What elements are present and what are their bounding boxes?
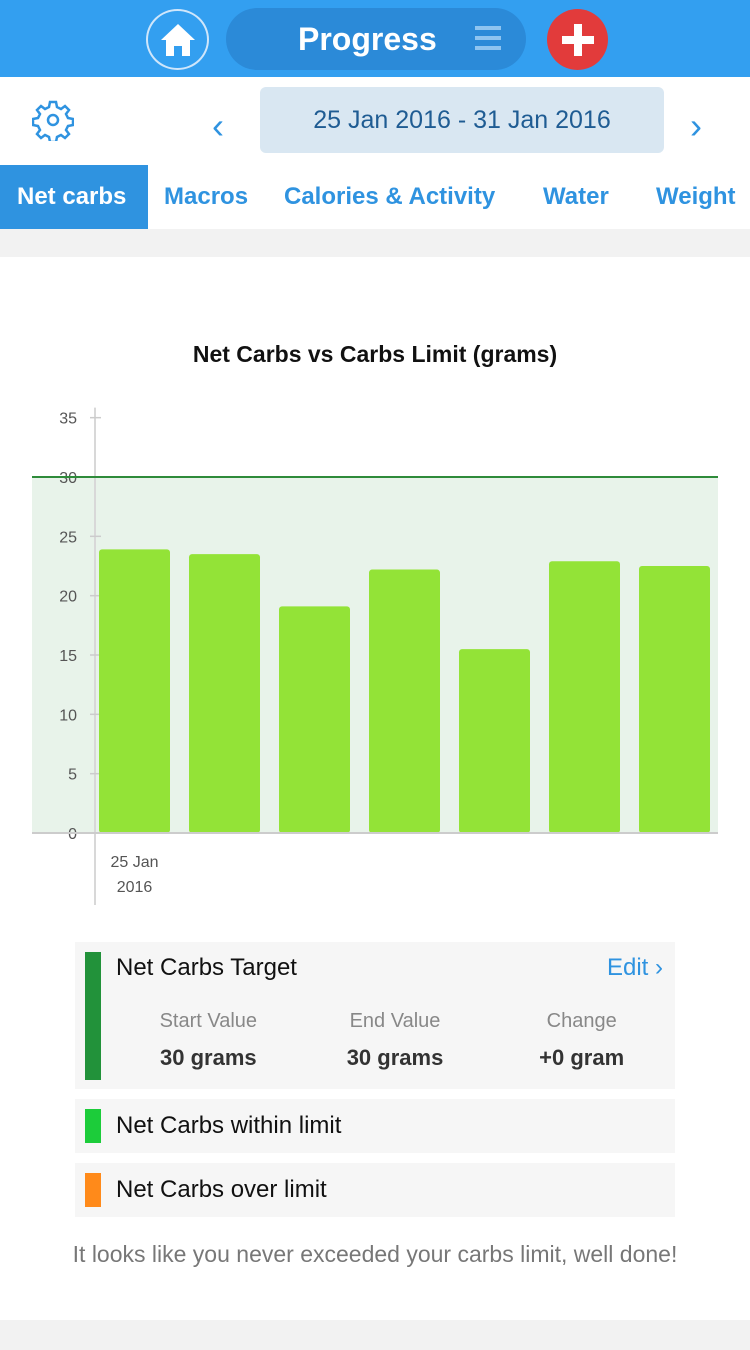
next-week-button[interactable]: › [690,105,702,147]
y-tick-label: 35 [59,411,77,428]
date-range[interactable]: 25 Jan 2016 - 31 Jan 2016 [260,87,664,153]
y-tick-label: 10 [59,707,77,724]
y-tick-label: 5 [68,767,77,784]
y-tick-label: 30 [59,470,77,487]
previous-week-button[interactable]: ‹ [212,105,224,147]
end-value: 30 grams [346,1045,444,1070]
start-value-label: Start Value [159,1010,258,1032]
edit-label: Edit [606,954,649,981]
add-button[interactable] [547,9,608,70]
end-value-label: End Value [349,1010,441,1032]
y-tick-label: 15 [59,648,77,665]
legend-within-limit: Net Carbs within limit [75,1099,675,1153]
target-label: Net Carbs Target [116,954,297,981]
top-bar: Progress [0,0,750,77]
tab-weight[interactable]: Weight [656,165,736,229]
chart-title: Net Carbs vs Carbs Limit (grams) [192,341,558,367]
edit-target-button[interactable]: Edit › [607,954,663,982]
target-swatch [85,952,101,1080]
within-limit-label: Net Carbs within limit [116,1112,342,1139]
net-carbs-card: Net Carbs vs Carbs Limit (grams) 0 5 10 15 2… [0,257,750,1320]
bar [459,649,530,833]
bar [369,569,440,833]
bar [639,566,710,833]
tab-net-carbs[interactable]: Net carbs [0,165,148,229]
chevron-right-icon: › [655,954,663,981]
y-tick-label: 20 [59,589,77,606]
y-tick-label: 0 [68,826,77,843]
date-navigator: ‹ 25 Jan 2016 - 31 Jan 2016 › [0,77,750,165]
tab-macros[interactable]: Macros [148,165,284,229]
change-label: Change [546,1010,617,1032]
start-value: 30 grams [160,1045,257,1070]
tab-calories-activity[interactable]: Calories & Activity [284,165,543,229]
page-menu-button[interactable]: Progress [226,8,526,70]
target-panel: Net Carbs Target Edit › Start Value 30 gr… [75,942,675,1089]
over-limit-swatch [85,1173,101,1207]
bar [549,561,620,833]
tab-bar: Net carbs Macros Calories & Activity Wat… [0,165,750,229]
bar [99,549,170,833]
tab-water[interactable]: Water [543,165,656,229]
home-icon [160,23,195,56]
x-tick-label: 25 Jan [110,854,158,871]
plus-icon [561,23,594,56]
gear-icon[interactable] [32,99,74,141]
within-limit-swatch [85,1109,101,1143]
summary-message: It looks like you never exceeded your ca… [72,1241,678,1267]
y-tick-label: 25 [59,529,77,546]
home-button[interactable] [146,9,209,70]
x-tick-label: 2016 [117,879,153,896]
net-carbs-chart: 0 5 10 15 20 25 30 35 25 Jan 2016 [32,407,718,905]
menu-icon [475,26,501,56]
change-value: +0 gram [539,1045,625,1070]
bar [189,554,260,833]
page-title: Progress [298,21,437,57]
legend-over-limit: Net Carbs over limit [75,1163,675,1217]
over-limit-label: Net Carbs over limit [116,1176,327,1203]
bar [279,606,350,833]
